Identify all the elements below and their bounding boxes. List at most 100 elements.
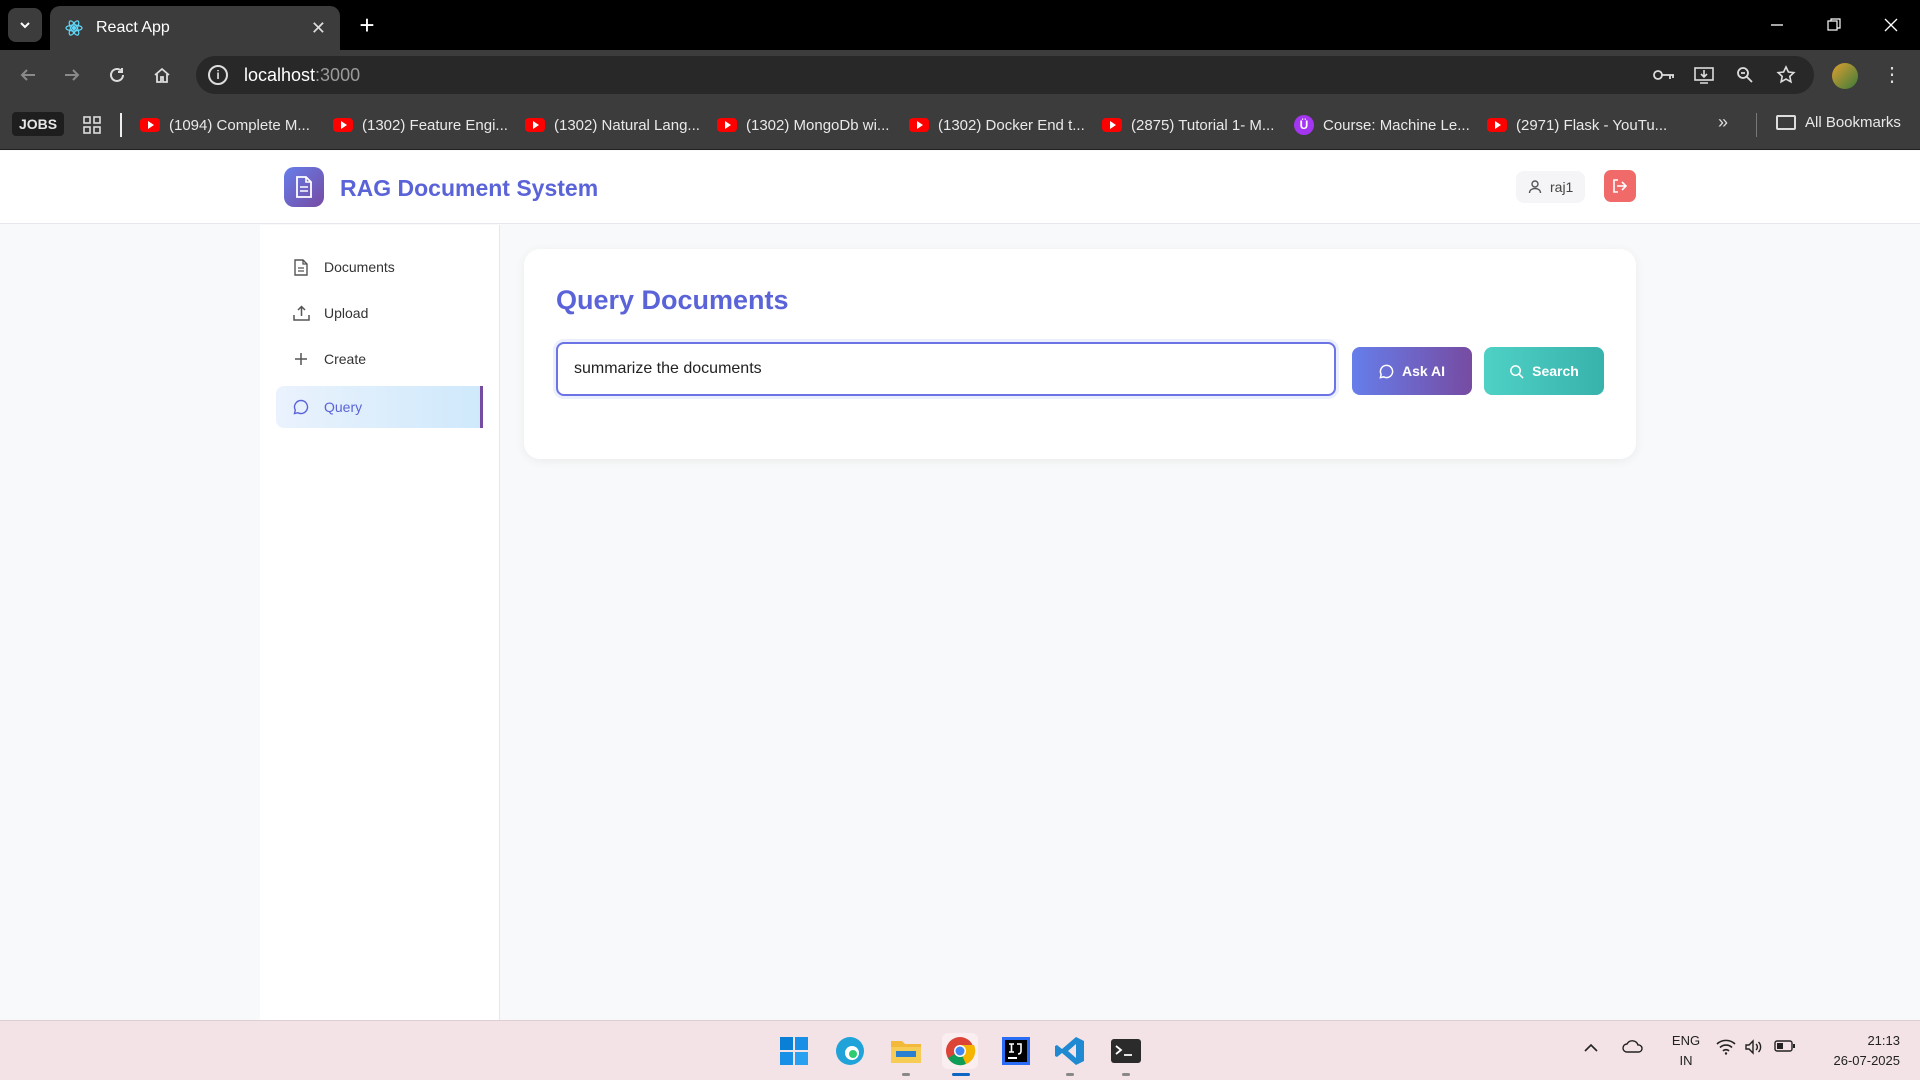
sidebar-item-upload[interactable]: Upload [276,292,483,334]
tab-close-icon[interactable]: ✕ [311,18,326,39]
search-icon [1510,364,1524,379]
chat-icon [1379,364,1394,379]
udemy-icon: Ü [1294,115,1314,135]
bookmark-item[interactable]: Ü Course: Machine Le... [1294,114,1470,136]
bookmark-item[interactable]: (1302) Natural Lang... [525,114,700,136]
sidebar-item-documents[interactable]: Documents [276,246,483,288]
query-card: Query Documents Ask AI Search [524,249,1636,459]
os-taskbar: ENG IN 21:13 26-07-2025 [0,1020,1920,1080]
browser-tab-bar: React App ✕ + [0,0,1920,50]
back-button[interactable] [12,59,44,91]
system-clock[interactable]: 21:13 26-07-2025 [1800,1031,1901,1071]
bookmark-separator [1756,113,1757,137]
chat-icon [292,398,310,416]
windows-start-icon[interactable] [776,1033,812,1069]
arrow-left-icon [20,69,35,81]
upload-icon [292,304,310,322]
bookmark-item[interactable]: (1302) Feature Engi... [333,114,508,136]
close-window-button[interactable] [1871,8,1911,42]
bookmark-jobs[interactable]: JOBS [12,112,65,136]
show-hidden-icons-icon[interactable] [1584,1039,1598,1055]
forward-button[interactable] [56,59,88,91]
arrow-right-icon [65,69,80,81]
user-icon [1528,180,1542,194]
more-bookmarks-icon[interactable]: » [1718,112,1728,133]
document-icon [296,176,312,198]
terminal-icon[interactable] [1108,1033,1144,1069]
bookmark-item[interactable]: (1302) Docker End t... [909,114,1085,136]
new-tab-button[interactable]: + [352,10,382,40]
wifi-icon[interactable] [1716,1039,1736,1058]
ask-ai-button[interactable]: Ask AI [1352,347,1472,395]
sidebar-item-label: Upload [324,305,369,321]
bookmark-item[interactable]: (2875) Tutorial 1- M... [1102,114,1274,136]
youtube-icon [140,118,160,132]
sidebar-item-create[interactable]: Create [276,338,483,380]
youtube-icon [333,118,353,132]
sidebar-item-label: Create [324,351,367,367]
chrome-icon[interactable] [942,1033,978,1069]
youtube-icon [909,118,929,132]
restore-button[interactable] [1814,8,1854,42]
sidebar-item-label: Query [324,399,363,415]
reload-button[interactable] [101,59,133,91]
youtube-icon [525,118,545,132]
clock-time: 21:13 [1867,1033,1900,1048]
document-icon [292,258,310,276]
file-explorer-icon[interactable] [888,1033,924,1069]
plus-icon [292,350,310,368]
active-indicator [952,1073,970,1076]
minimize-button[interactable] [1757,8,1797,42]
tab-search-button[interactable] [8,8,42,42]
logout-icon [1613,179,1628,193]
search-button[interactable]: Search [1484,347,1604,395]
onedrive-icon[interactable] [1622,1039,1644,1056]
home-button[interactable] [146,59,178,91]
sidebar-item-query[interactable]: Query [276,386,483,428]
install-app-icon[interactable] [1688,59,1720,91]
intellij-icon[interactable] [998,1033,1034,1069]
edge-icon[interactable] [832,1033,868,1069]
zoom-icon[interactable] [1729,59,1761,91]
running-indicator [1066,1073,1074,1076]
url-port: :3000 [315,64,361,85]
youtube-icon [1102,118,1122,132]
bookmark-separator [120,113,122,137]
bookmark-item[interactable]: (2971) Flask - YouTu... [1487,114,1667,136]
bookmark-star-icon[interactable] [1770,59,1802,91]
vscode-icon[interactable] [1052,1033,1088,1069]
password-key-icon[interactable] [1648,59,1680,91]
app-title: RAG Document System [340,175,599,201]
bookmark-item[interactable]: (1094) Complete M... [140,114,310,136]
chevron-down-icon [20,22,30,29]
query-input[interactable] [556,342,1336,396]
volume-icon[interactable] [1744,1039,1764,1058]
clock-date: 26-07-2025 [1833,1053,1901,1068]
sidebar-item-label: Documents [324,259,395,275]
browser-tab[interactable]: React App ✕ [50,6,340,50]
bookmark-item[interactable]: (1302) MongoDb wi... [717,114,889,136]
language-indicator[interactable]: ENG IN [1668,1031,1704,1071]
browser-toolbar: i localhost:3000 ⋮ [0,50,1920,100]
url-host: localhost [244,64,316,85]
address-bar[interactable]: i localhost:3000 [196,56,1814,94]
battery-icon[interactable] [1774,1039,1796,1056]
app-header: RAG Document System raj1 [0,151,1920,224]
ask-ai-label: Ask AI [1401,363,1446,379]
react-icon [65,20,83,36]
folder-icon [1776,115,1796,130]
profile-avatar[interactable] [1832,63,1858,89]
reload-icon [110,67,124,82]
apps-grid-icon[interactable] [82,115,102,135]
all-bookmarks[interactable]: All Bookmarks [1776,114,1901,131]
site-info-icon[interactable]: i [208,65,228,85]
minimize-icon [1771,24,1783,26]
browser-menu-icon[interactable]: ⋮ [1880,63,1904,87]
tab-title: React App [96,19,170,36]
page-title: Query Documents [556,285,789,315]
logout-button[interactable] [1604,170,1636,202]
running-indicator [902,1073,910,1076]
home-icon [154,67,170,83]
search-label: Search [1532,363,1579,379]
sidebar: Documents Upload Create Query [260,225,500,1020]
